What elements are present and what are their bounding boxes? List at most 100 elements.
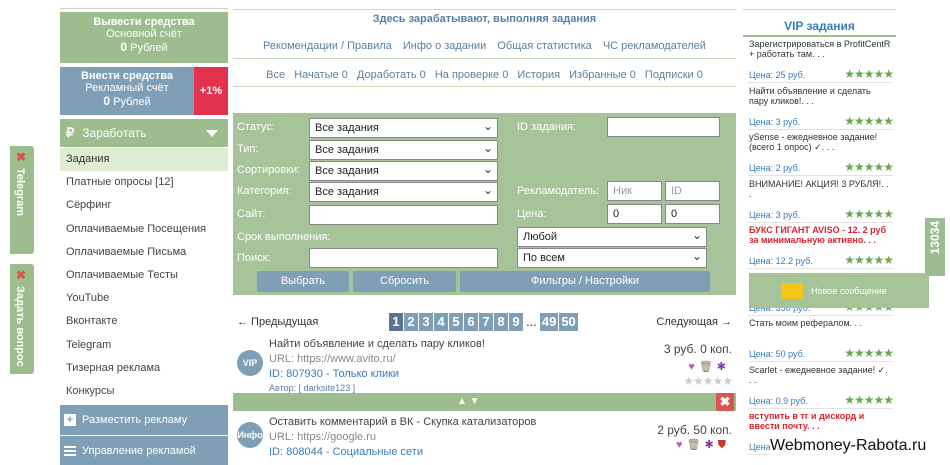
- vip-task-item[interactable]: ySense - ежедневное задание! (всего 1 оп…: [748, 130, 894, 176]
- place-ad-button[interactable]: + Разместить рекламу: [60, 405, 228, 435]
- trash-icon[interactable]: 🗑: [687, 439, 705, 451]
- bug-icon[interactable]: ✱: [705, 439, 718, 451]
- link-task-info[interactable]: Инфо о задании: [403, 40, 486, 52]
- earn-label: Заработать: [82, 126, 147, 140]
- page-4[interactable]: 4: [434, 313, 448, 331]
- vip-task-text[interactable]: Зарегистрироваться в ProfitCentR + работ…: [749, 39, 892, 61]
- vip-task-item[interactable]: Зарегистрироваться в ProfitCentR + работ…: [748, 37, 894, 83]
- search-input[interactable]: [309, 248, 498, 268]
- heart-icon[interactable]: ♥: [676, 439, 687, 451]
- tab-history[interactable]: История: [517, 69, 560, 81]
- earn-menu-header[interactable]: ₽ Заработать: [60, 119, 228, 147]
- link-stats[interactable]: Общая статистика: [497, 40, 591, 52]
- vip-task-stars: ★★★★★: [844, 253, 894, 267]
- bug-icon[interactable]: ✱: [717, 361, 730, 373]
- withdraw-account: Основной счёт: [106, 28, 182, 40]
- link-blacklist[interactable]: ЧС рекламодателей: [603, 40, 706, 52]
- vip-task-text[interactable]: Стать моим рефералом. . .: [749, 318, 892, 340]
- vip-task-item[interactable]: Стать моим рефералом. . . Цена: 50 руб. ★★…: [748, 316, 894, 362]
- page-8[interactable]: 8: [494, 313, 508, 331]
- status-select[interactable]: Все задания: [309, 118, 498, 138]
- sidebar-item-youtube[interactable]: YouTube: [60, 287, 228, 310]
- page-50[interactable]: 50: [559, 313, 578, 331]
- tab-review[interactable]: На проверке 0: [435, 69, 509, 81]
- deadline-select[interactable]: Любой: [517, 227, 707, 247]
- advertiser-id-input[interactable]: ID: [665, 181, 720, 201]
- tab-subscriptions[interactable]: Подписки 0: [645, 69, 703, 81]
- page-5[interactable]: 5: [449, 313, 463, 331]
- page-7[interactable]: 7: [479, 313, 493, 331]
- shield-icon[interactable]: ⛊: [718, 439, 730, 451]
- price-from-input[interactable]: 0: [607, 204, 662, 224]
- task-title[interactable]: Оставить комментарий в ВК - Скупка катал…: [269, 416, 536, 428]
- type-select[interactable]: Все задания: [309, 140, 498, 160]
- trash-icon[interactable]: 🗑: [699, 361, 717, 373]
- price-to-input[interactable]: 0: [665, 204, 720, 224]
- sidebar-item-surfing[interactable]: Сёрфинг: [60, 194, 228, 217]
- close-icon[interactable]: ✖: [16, 268, 26, 282]
- vip-title[interactable]: VIP задания: [743, 19, 896, 33]
- choose-button[interactable]: Выбрать: [257, 271, 349, 292]
- page-9[interactable]: 9: [509, 313, 523, 331]
- site-input[interactable]: [309, 205, 498, 225]
- sidebar-item-letters[interactable]: Оплачиваемые Письма: [60, 241, 228, 264]
- advertiser-nick-input[interactable]: Ник: [607, 181, 662, 201]
- sidebar-item-contests[interactable]: Конкурсы: [60, 380, 228, 403]
- sidebar-item-vkontakte[interactable]: Вконтакте: [60, 310, 228, 333]
- tab-started[interactable]: Начатые 0: [294, 69, 348, 81]
- prev-page-link[interactable]: ← Предыдущая: [237, 316, 318, 328]
- task-author[interactable]: Автор: [ darksite123 ]: [269, 383, 355, 393]
- task-title[interactable]: Найти объявление и сделать пару кликов!: [269, 338, 485, 350]
- page-49[interactable]: 49: [539, 313, 559, 331]
- sidebar-item-visits[interactable]: Оплачиваемые Посещения: [60, 218, 228, 241]
- sidebar-item-tests[interactable]: Оплачиваемые Тесты: [60, 264, 228, 287]
- vip-task-item[interactable]: ВНИМАНИЕ! АКЦИЯ! 3 РУБЛЯ!. . . Цена: 3 ру…: [748, 177, 894, 223]
- sort-select[interactable]: Все задания: [309, 161, 498, 181]
- tab-rework[interactable]: Доработать 0: [357, 69, 426, 81]
- reset-button[interactable]: Сбросить: [353, 271, 456, 292]
- sidebar-item-surveys[interactable]: Платные опросы [12]: [60, 171, 228, 194]
- telegram-tab[interactable]: ✖ Telegram: [10, 146, 34, 254]
- heart-icon[interactable]: ♥: [688, 361, 699, 373]
- sidebar-item-tasks[interactable]: Задания: [60, 148, 228, 172]
- close-icon[interactable]: ✖: [716, 393, 734, 411]
- sidebar-item-teaser-ads[interactable]: Тизерная реклама: [60, 357, 228, 380]
- page-3[interactable]: 3: [419, 313, 433, 331]
- vip-task-text[interactable]: БУКС ГИГАНТ AVISO - 12. 2 руб за минимал…: [749, 225, 892, 247]
- task-id-input[interactable]: [607, 117, 720, 137]
- filters-settings-button[interactable]: Фильтры / Настройки: [460, 271, 710, 292]
- search-label: Поиск:: [237, 252, 271, 264]
- vip-task-item[interactable]: Scarlet - ежедневное задание! ✓. . . Цена…: [748, 363, 894, 409]
- vip-task-item[interactable]: Найти объявление и сделать пару кликов!.…: [748, 84, 894, 130]
- vip-task-text[interactable]: Найти объявление и сделать пару кликов!.…: [749, 86, 892, 108]
- withdraw-funds-button[interactable]: Вывести средства Основной счёт 0 Рублей: [60, 12, 228, 63]
- ask-question-tab[interactable]: ✖ Задать вопрос: [10, 264, 34, 374]
- search-scope-select[interactable]: По всем: [517, 248, 707, 268]
- bonus-badge[interactable]: +1%: [194, 67, 228, 115]
- tab-favorites[interactable]: Избранные 0: [569, 69, 636, 81]
- category-select[interactable]: Все задания: [309, 182, 498, 202]
- advertiser-label: Рекламодатель:: [517, 185, 600, 197]
- new-message-toast[interactable]: Новое сообщение: [749, 273, 929, 308]
- task-id[interactable]: ID: 807930 - Только клики: [269, 368, 399, 380]
- page-2[interactable]: 2: [404, 313, 418, 331]
- vip-task-text[interactable]: ВНИМАНИЕ! АКЦИЯ! 3 РУБЛЯ!. . .: [749, 179, 892, 201]
- withdraw-balance: 0 Рублей: [60, 40, 228, 54]
- vip-task-text[interactable]: вступить в тг и дискорд и ввести почту. …: [749, 411, 892, 433]
- sidebar-item-telegram[interactable]: Telegram: [60, 334, 228, 357]
- manage-ads-button[interactable]: Управление рекламой: [60, 436, 228, 465]
- next-page-link[interactable]: Следующая →: [656, 316, 732, 328]
- task-row[interactable]: VIP Найти объявление и сделать пару клик…: [233, 336, 736, 393]
- task-row[interactable]: Инфо Оставить комментарий в ВК - Скупка …: [233, 414, 736, 465]
- vip-task-text[interactable]: ySense - ежедневное задание! (всего 1 оп…: [749, 132, 892, 154]
- page-6[interactable]: 6: [464, 313, 478, 331]
- task-id[interactable]: ID: 808044 - Социальные сети: [269, 446, 423, 458]
- vip-task-item[interactable]: БУКС ГИГАНТ AVISO - 12. 2 руб за минимал…: [748, 223, 894, 269]
- deposit-funds-button[interactable]: Внести средства Рекламный счёт 0 Рублей: [60, 67, 194, 115]
- link-rules[interactable]: Рекомендации / Правила: [263, 40, 392, 52]
- vip-task-text[interactable]: Scarlet - ежедневное задание! ✓. . .: [749, 365, 892, 387]
- collapse-arrows-icon[interactable]: ▲ ▼: [457, 396, 480, 407]
- tab-all[interactable]: Все: [266, 69, 285, 81]
- page-1[interactable]: 1: [389, 313, 403, 331]
- close-icon[interactable]: ✖: [16, 150, 26, 164]
